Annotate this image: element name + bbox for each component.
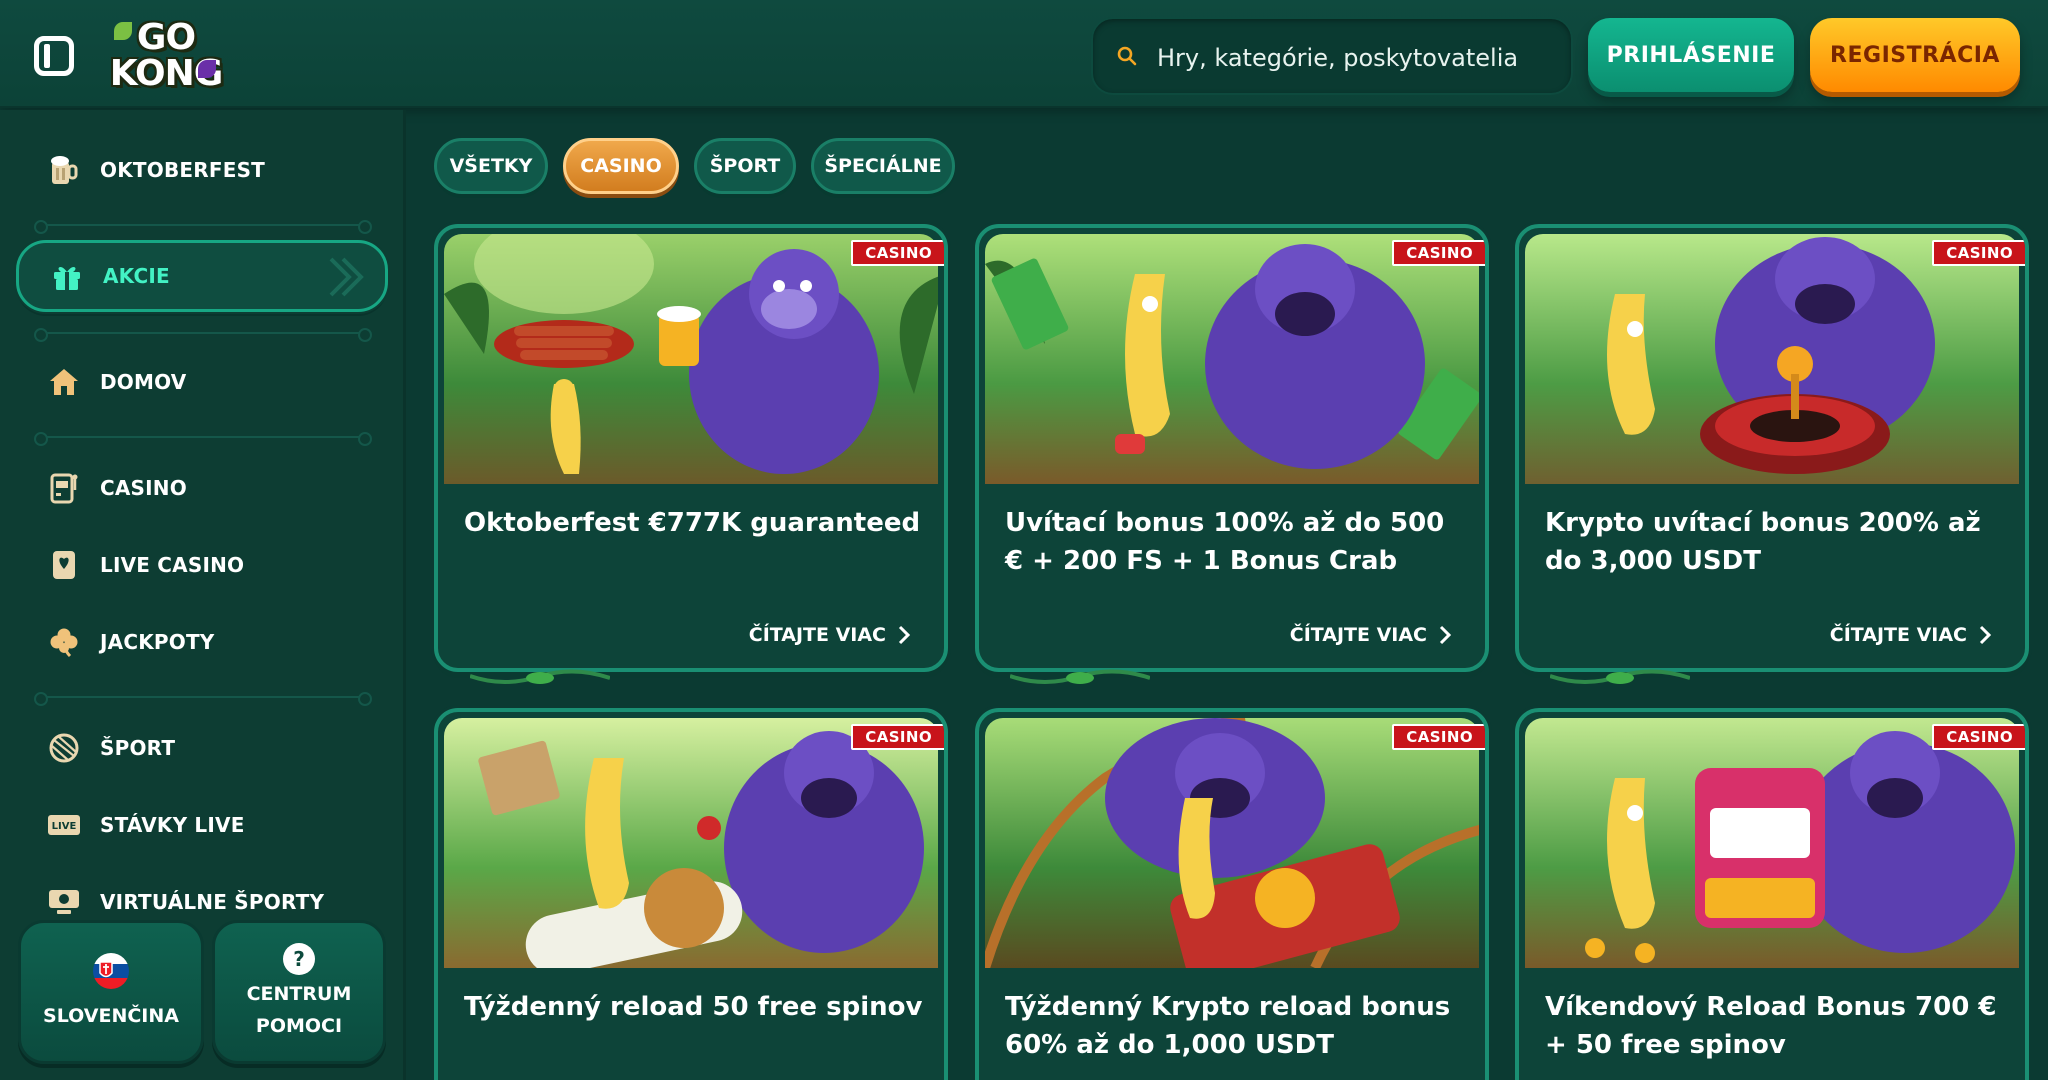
promo-title: Týždenný Krypto reload bonus 60% až do 1… [1005, 992, 1451, 1060]
vine-decoration [470, 669, 610, 684]
sidebar-item-label: LIVE CASINO [100, 553, 245, 577]
category-badge: CASINO [1392, 240, 1485, 266]
sidebar-item-label: AKCIE [103, 264, 170, 288]
sidebar-item-sport[interactable]: ŠPORT [16, 712, 388, 784]
promo-image-weekend-reload [1525, 718, 2019, 968]
home-icon [46, 364, 82, 400]
promo-title: Krypto uvítací bonus 200% až do 3,000 US… [1545, 508, 1981, 576]
tab-vsetky[interactable]: VŠETKY [434, 138, 548, 194]
clover-icon [46, 624, 82, 660]
search-icon [1117, 46, 1137, 66]
read-more-label: ČÍTAJTE VIAC [748, 624, 886, 646]
promo-title: Uvítací bonus 100% až do 500 € + 200 FS … [1005, 508, 1445, 576]
tab-label: ŠPECIÁLNE [824, 155, 942, 177]
sidebar-item-akcie[interactable]: AKCIE [16, 240, 388, 312]
sidebar-item-label: OKTOBERFEST [100, 158, 266, 182]
top-header: GO KONG Hry, kategórie, poskytovatelia P… [0, 0, 2048, 108]
promo-image-crypto-bonus [1525, 234, 2019, 484]
sidebar-item-domov[interactable]: DOMOV [16, 346, 388, 418]
chevron-right-icon [1439, 625, 1451, 645]
sidebar: OKTOBERFEST AKCIE DOMOV CASINO LIVE CASI… [0, 110, 406, 1080]
read-more-link[interactable]: ČÍTAJTE VIAC [1290, 624, 1451, 646]
help-label-line1: CENTRUM [246, 983, 352, 1005]
sidebar-toggle-icon[interactable] [34, 36, 74, 76]
sports-ball-icon [46, 730, 82, 766]
slot-machine-icon [46, 470, 82, 506]
promo-card[interactable]: CASINO Týždenný Krypto reload bonus 60% … [975, 708, 1489, 1080]
gokong-logo[interactable]: GO KONG [108, 16, 224, 96]
promo-card[interactable]: CASINO Oktoberfest €777K guaranteed ČÍTA… [434, 224, 948, 672]
sidebar-divider [34, 328, 372, 342]
vine-decoration [1550, 669, 1690, 684]
category-badge: CASINO [851, 724, 944, 750]
promo-image-weekly-crypto-reload [985, 718, 1479, 968]
read-more-link[interactable]: ČÍTAJTE VIAC [749, 624, 910, 646]
tab-casino[interactable]: CASINO [563, 138, 679, 194]
sidebar-divider [34, 692, 372, 706]
promo-title: Víkendový Reload Bonus 700 € + 50 free s… [1545, 992, 1997, 1060]
search-placeholder: Hry, kategórie, poskytovatelia [1157, 44, 1519, 72]
virtual-sports-icon [46, 884, 82, 920]
sidebar-item-label: JACKPOTY [100, 630, 215, 654]
playing-card-icon [46, 547, 82, 583]
sidebar-divider [34, 220, 372, 234]
promo-image-welcome-bonus [985, 234, 1479, 484]
sidebar-item-oktoberfest[interactable]: OKTOBERFEST [16, 134, 388, 206]
read-more-link[interactable]: ČÍTAJTE VIAC [1830, 624, 1991, 646]
category-badge: CASINO [851, 240, 944, 266]
help-label-line2: POMOCI [255, 1015, 343, 1037]
read-more-label: ČÍTAJTE VIAC [1829, 624, 1967, 646]
promo-card[interactable]: CASINO Týždenný reload 50 free spinov [434, 708, 948, 1080]
sidebar-item-casino[interactable]: CASINO [16, 452, 388, 524]
promo-image-oktoberfest [444, 234, 938, 484]
category-badge: CASINO [1932, 240, 2025, 266]
promo-card[interactable]: CASINO Krypto uvítací bonus 200% až do 3… [1515, 224, 2029, 672]
logo-grape-icon [198, 60, 216, 78]
read-more-label: ČÍTAJTE VIAC [1289, 624, 1427, 646]
tab-label: VŠETKY [449, 155, 533, 177]
chevron-right-icon [1979, 625, 1991, 645]
chevron-right-icon [898, 625, 910, 645]
promo-card[interactable]: CASINO Víkendový Reload Bonus 700 € + 50… [1515, 708, 2029, 1080]
promo-image-weekly-reload [444, 718, 938, 968]
sidebar-item-jackpoty[interactable]: JACKPOTY [16, 606, 388, 678]
promo-card[interactable]: CASINO Uvítací bonus 100% až do 500 € + … [975, 224, 1489, 672]
beer-mug-icon [46, 152, 82, 188]
sidebar-divider [34, 432, 372, 446]
tab-specialne[interactable]: ŠPECIÁLNE [811, 138, 955, 194]
live-badge-icon: LIVE [46, 807, 82, 843]
sidebar-item-label: DOMOV [100, 370, 187, 394]
sidebar-item-label: ŠPORT [100, 736, 176, 760]
tab-label: ŠPORT [709, 155, 781, 177]
slovakia-flag-icon [93, 953, 129, 989]
category-badge: CASINO [1932, 724, 2025, 750]
register-button[interactable]: REGISTRÁCIA [1810, 18, 2020, 92]
search-input[interactable]: Hry, kategórie, poskytovatelia [1091, 17, 1573, 95]
logo-leaf-icon [114, 22, 132, 40]
tab-sport[interactable]: ŠPORT [694, 138, 796, 194]
promo-title: Oktoberfest €777K guaranteed [464, 508, 921, 538]
language-selector-button[interactable]: SLOVENČINA [18, 920, 204, 1064]
sidebar-item-label: STÁVKY LIVE [100, 813, 245, 837]
sidebar-item-label: CASINO [100, 476, 187, 500]
category-badge: CASINO [1392, 724, 1485, 750]
tab-label: CASINO [580, 155, 662, 177]
gift-icon [49, 258, 85, 294]
login-button[interactable]: PRIHLÁSENIE [1588, 18, 1794, 92]
help-center-button[interactable]: ? CENTRUM POMOCI [212, 920, 386, 1064]
vine-decoration [1010, 669, 1150, 684]
chevron-decoration-icon [329, 257, 364, 297]
svg-text:?: ? [293, 947, 305, 971]
svg-text:LIVE: LIVE [52, 821, 77, 832]
language-label: SLOVENČINA [43, 1005, 179, 1027]
promo-title: Týždenný reload 50 free spinov [464, 992, 923, 1022]
sidebar-item-stavky-live[interactable]: LIVE STÁVKY LIVE [16, 789, 388, 861]
sidebar-item-label: VIRTUÁLNE ŠPORTY [100, 890, 325, 914]
help-icon: ? [283, 943, 315, 975]
sidebar-item-live-casino[interactable]: LIVE CASINO [16, 529, 388, 601]
